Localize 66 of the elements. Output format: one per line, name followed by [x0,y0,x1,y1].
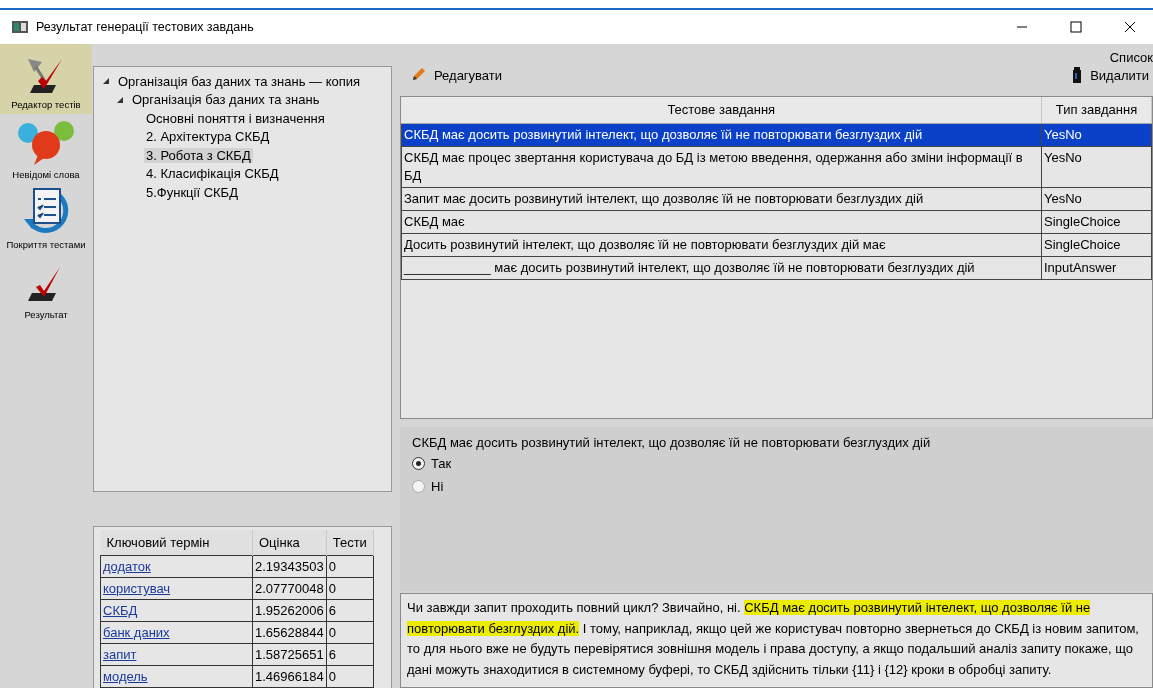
column-header: Тестове завдання [401,97,1042,123]
radio-option[interactable]: Ні [412,476,1141,496]
table-cell: 0 [326,665,374,688]
tree-item[interactable]: 2. Архітектура СКБД [144,129,272,145]
delete-button[interactable]: Видалити [1062,67,1153,83]
table-cell: 1.46966184 [252,665,327,688]
term-link[interactable]: користувач [103,581,171,596]
question-text: СКБД має досить розвинутий інтелект, що дозволяє їй не повторювати безглуздих дій [412,435,932,450]
source-text: Чи завжди запит проходить повний цикл? Звичайно, ні. СКБД має досить розвинутий інтелект, що дозволяє їй не повторювати безглуздих дій. І тому, наприклад, якщо цей же користувач повторно звернеться до СКБД із новим запитом, то для нього вже не будуть перевірятися зовнішня модель і права доступу, а якщо подальший аналіз запиту покаже, що дані можуть знаходитися в системному буфері, то СКБД здійснить тільки {11} і {12} кроки в обробці запиту. [400,593,1153,688]
maximize-icon [1070,21,1082,33]
table-cell[interactable]: YesNo [1041,146,1152,187]
app-icon [12,21,28,33]
table-cell: 0 [326,621,374,644]
sidebar-item[interactable]: Результат [0,254,92,324]
tree-item[interactable]: 5.Функції СКБД [144,184,240,200]
trash-icon [1072,67,1083,83]
table-cell: 2.07770048 [252,577,327,600]
table-cell: 6 [326,599,374,622]
table-cell[interactable]: СКБД має процес звертання користувача до БД із метою введення, одержання або зміни інформації в БД [401,146,1042,187]
expand-arrow-icon[interactable] [102,77,110,86]
table-cell: 0 [326,577,374,600]
column-header: Оцінка [252,529,327,556]
table-cell[interactable]: СКБД має [401,210,1042,233]
table-cell[interactable]: YesNo [1041,123,1152,146]
table-cell[interactable]: Запит має досить розвинутий інтелект, що дозволяє їй не повторювати безглуздих дій [401,187,1042,210]
column-header: Тести [326,529,374,556]
column-header: Тип завдання [1041,97,1152,123]
table-cell[interactable]: SingleChoice [1041,210,1152,233]
table-cell[interactable]: YesNo [1041,187,1152,210]
tree-item[interactable]: Основні поняття і визначення [144,110,327,126]
tree-item[interactable]: 4. Класифікація СКБД [144,166,281,182]
tree-item[interactable]: 3. Робота з СКБД [144,147,253,163]
table-cell: 2.19343503 [252,555,327,578]
sidebar-item[interactable]: Покриття тестами [0,184,92,254]
window-title: Результат генерації тестових завдань [36,20,255,34]
tree-item[interactable]: Організація баз даних та знань — копия [116,73,363,89]
table-cell: 0 [326,555,374,578]
table-cell[interactable]: Досить розвинутий інтелект, що дозволяє їй не повторювати безглуздих дій має [401,233,1042,256]
radio-icon[interactable] [412,456,425,470]
table-cell: 6 [326,643,374,666]
sidebar-item[interactable]: Невідомі слова [0,114,92,184]
tree-item[interactable]: Організація баз даних та знань [130,92,322,108]
expand-arrow-icon[interactable] [116,95,124,104]
table-cell: 1.65628844 [252,621,327,644]
table-cell: 1.95262006 [252,599,327,622]
edit-button[interactable]: Редагувати [400,67,507,83]
pencil-icon [410,67,426,83]
term-link[interactable]: СКБД [103,603,138,618]
list-label: Список [1109,50,1153,65]
table-cell[interactable]: ____________ має досить розвинутий інтелект, що дозволяє їй не повторювати безглуздих дій [401,256,1042,279]
table-cell[interactable]: СКБД має досить розвинутий інтелект, що дозволяє їй не повторювати безглуздих дій [401,123,1042,146]
term-link[interactable]: модель [103,669,148,684]
table-cell: 1.58725651 [252,643,327,666]
radio-icon[interactable] [412,479,425,493]
radio-option[interactable]: Так [412,453,1141,473]
term-link[interactable]: запит [103,647,137,662]
table-cell[interactable]: SingleChoice [1041,233,1152,256]
close-icon [1124,21,1136,33]
sidebar-item[interactable]: Редактор тестів [0,44,92,114]
question-bubbles-icon [16,119,76,167]
option-label: Ні [431,478,444,494]
column-header: Ключовий термін [100,529,253,556]
term-link[interactable]: банк даних [103,625,170,640]
term-link[interactable]: додаток [103,559,151,574]
option-label: Так [431,455,452,471]
table-cell[interactable]: InputAnswer [1041,256,1152,279]
